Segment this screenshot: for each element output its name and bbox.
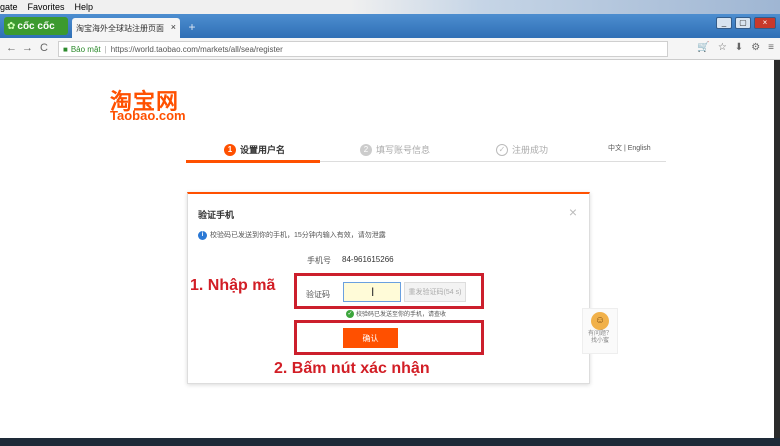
- dialog-close-icon[interactable]: ×: [569, 204, 577, 220]
- reload-icon[interactable]: C: [40, 42, 48, 54]
- assistant-icon: ☺: [591, 312, 609, 330]
- highlight-confirm-box: [294, 320, 484, 355]
- browser-brand[interactable]: ✿ cốc cốc: [4, 17, 68, 35]
- tab-close-icon[interactable]: ×: [171, 22, 176, 32]
- download-icon[interactable]: ⬇: [735, 42, 743, 53]
- maximize-button[interactable]: ▢: [735, 17, 751, 29]
- address-bar: ← → C ■ Bảo mật | https://world.taobao.c…: [0, 38, 780, 60]
- menu-item-favorites[interactable]: Favorites: [28, 2, 65, 12]
- security-label: Bảo mật: [70, 44, 101, 54]
- star-icon[interactable]: ☆: [718, 42, 727, 53]
- step-set-username: 1 设置用户名: [224, 143, 285, 156]
- menu-icon[interactable]: ≡: [768, 42, 774, 53]
- step-label: 设置用户名: [240, 145, 286, 155]
- menu-item-gate[interactable]: gate: [0, 2, 18, 12]
- step-number: 1: [224, 143, 236, 156]
- extension-icon[interactable]: ⚙: [751, 42, 760, 53]
- annotation-enter-code: 1. Nhập mã: [190, 277, 276, 294]
- active-step-indicator: [186, 160, 320, 163]
- phone-value: 84-961615266: [342, 255, 394, 264]
- info-icon: i: [198, 230, 207, 240]
- toolbar-icons: 🛒 ☆ ⬇ ⚙ ≡: [697, 42, 774, 53]
- menu-item-help[interactable]: Help: [75, 2, 94, 12]
- leaf-icon: ✿: [7, 20, 16, 32]
- url-input[interactable]: ■ Bảo mật | https://world.taobao.com/mar…: [58, 41, 668, 57]
- highlight-code-box: [294, 273, 484, 309]
- menu-bar: gate Favorites Help: [0, 0, 780, 14]
- step-success: ✓ 注册成功: [496, 143, 548, 156]
- dialog-title: 验证手机: [198, 210, 235, 220]
- taskbar: [0, 438, 780, 446]
- sent-notice: ✓ 校验码已发送至你的手机，请查收: [346, 309, 446, 318]
- phone-label: 手机号: [307, 256, 331, 265]
- check-icon: ✓: [496, 143, 508, 156]
- check-circle-icon: ✓: [346, 309, 354, 318]
- lock-icon: ■: [63, 44, 68, 54]
- tab-title: 淘宝海外全球站注册页面: [76, 23, 164, 33]
- tab-bar: ✿ cốc cốc 淘宝海外全球站注册页面 × + _ ▢ ×: [0, 14, 780, 38]
- help-assistant[interactable]: ☺ 有问题？ 找小蜜: [582, 308, 618, 354]
- taobao-logo-english[interactable]: Taobao.com: [110, 108, 186, 123]
- screen: gate Favorites Help ✿ cốc cốc 淘宝海外全球站注册页…: [0, 0, 780, 446]
- menubar-background: [350, 0, 780, 14]
- forward-icon[interactable]: →: [22, 42, 33, 54]
- step-label: 注册成功: [512, 145, 549, 155]
- helper-line2: 找小蜜: [590, 338, 609, 344]
- annotation-press-confirm: 2. Bấm nút xác nhận: [274, 360, 430, 377]
- url-separator: |: [104, 44, 107, 54]
- window-controls: _ ▢ ×: [716, 17, 776, 29]
- info-text: 校验码已发送到你的手机，15分钟内输入有效，请勿泄露: [210, 232, 386, 239]
- registration-steps: 1 设置用户名 2 填写账号信息 ✓ 注册成功 中文 | English: [186, 136, 666, 163]
- back-icon[interactable]: ←: [6, 42, 17, 54]
- helper-line1: 有问题？: [587, 331, 612, 337]
- sent-notice-text: 校验码已发送至你的手机，请查收: [356, 312, 447, 318]
- url-text: https://world.taobao.com/markets/all/sea…: [110, 44, 283, 54]
- minimize-button[interactable]: _: [716, 17, 732, 29]
- window-edge: [774, 60, 780, 438]
- tab-register[interactable]: 淘宝海外全球站注册页面 ×: [72, 18, 180, 38]
- step-number: 2: [360, 143, 372, 156]
- brand-label: cốc cốc: [17, 20, 55, 32]
- language-switcher[interactable]: 中文 | English: [608, 143, 651, 153]
- step-label: 填写账号信息: [376, 145, 431, 155]
- cart-icon[interactable]: 🛒: [697, 42, 709, 53]
- step-account-info: 2 填写账号信息: [360, 143, 430, 156]
- info-message: i 校验码已发送到你的手机，15分钟内输入有效，请勿泄露: [198, 230, 386, 240]
- new-tab-button[interactable]: +: [184, 20, 200, 34]
- close-window-button[interactable]: ×: [754, 17, 776, 29]
